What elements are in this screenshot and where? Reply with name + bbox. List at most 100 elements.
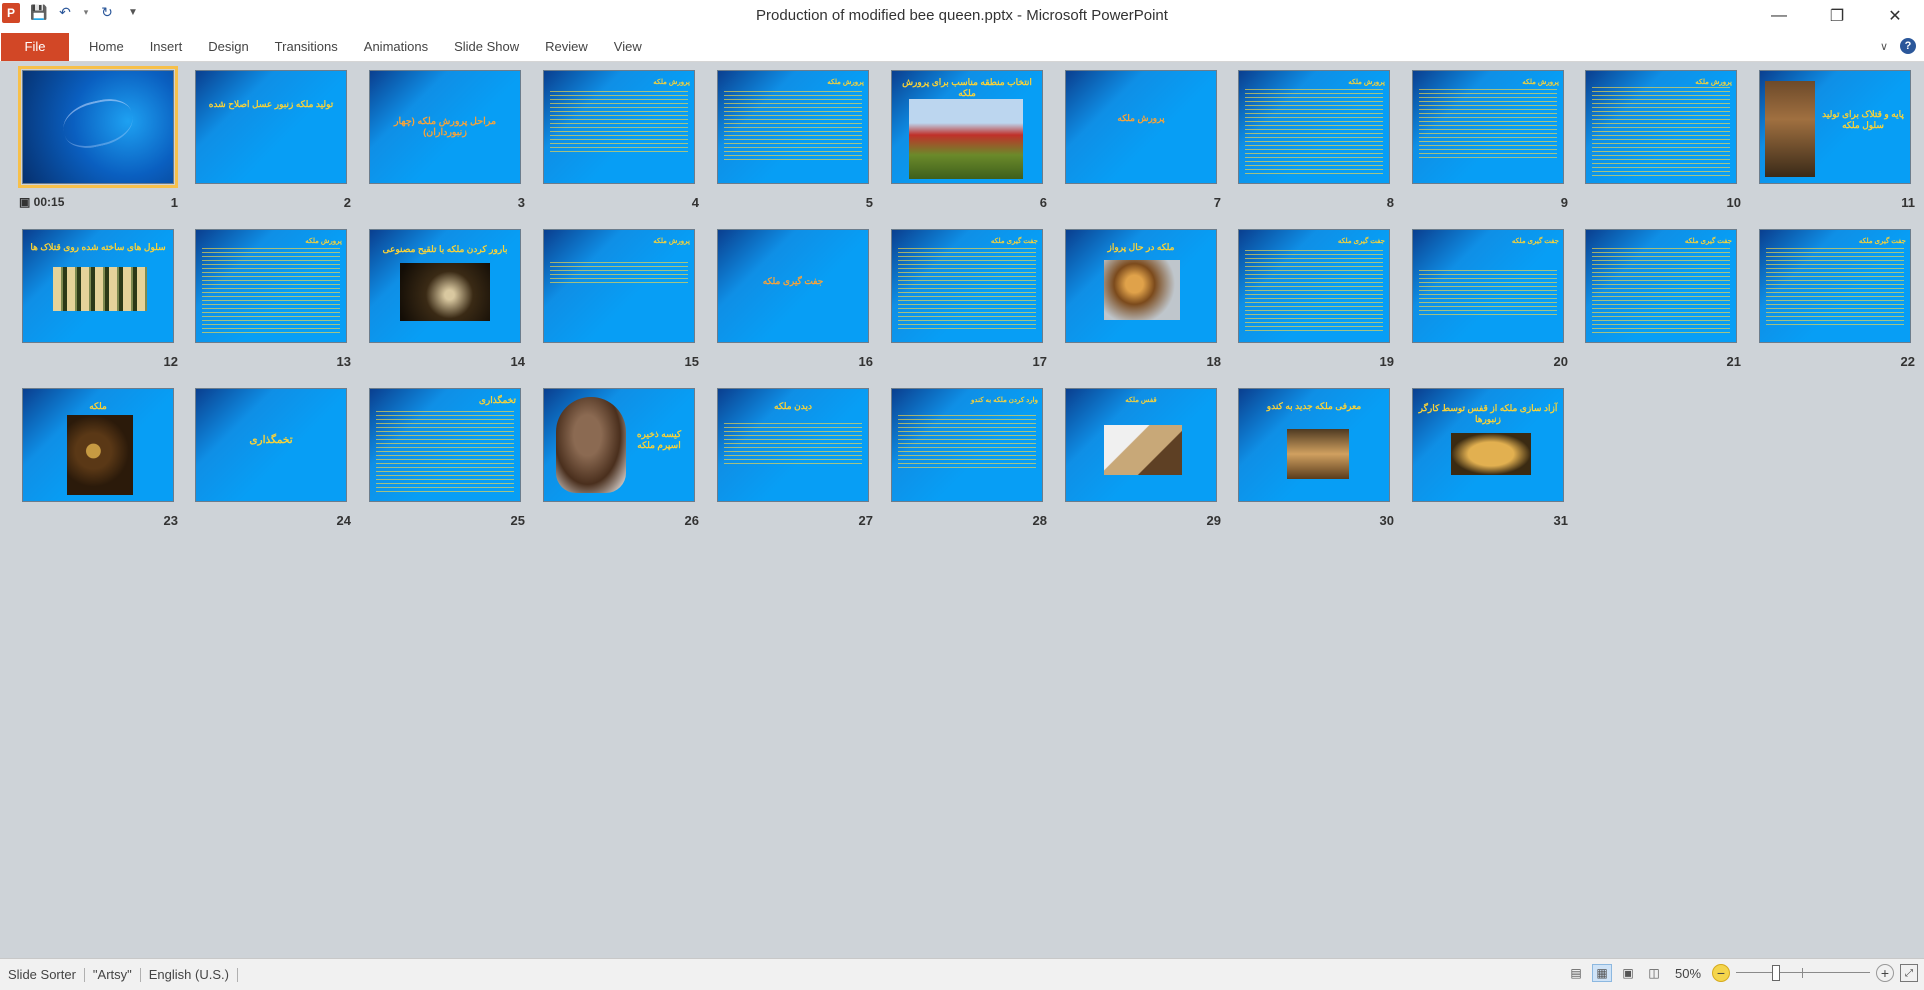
zoom-out-icon[interactable]: − <box>1712 964 1730 982</box>
slide-preview[interactable]: جفت گیری ملکه <box>1412 229 1564 343</box>
slide-thumbnail[interactable]: پرورش ملکه 13 <box>195 229 351 369</box>
slide-preview[interactable]: پرورش ملکه <box>717 70 869 184</box>
slide-preview[interactable]: پرورش ملکه <box>195 229 347 343</box>
slide-thumbnail[interactable]: جفت گیری ملکه 21 <box>1585 229 1741 369</box>
tab-home[interactable]: Home <box>76 32 137 62</box>
file-tab[interactable]: File <box>1 33 69 61</box>
slide-preview[interactable]: پرورش ملکه <box>1585 70 1737 184</box>
help-icon[interactable]: ? <box>1900 38 1916 54</box>
slide-thumbnail[interactable]: جفت گیری ملکه 20 <box>1412 229 1568 369</box>
slide-preview[interactable]: ملکه <box>22 388 174 502</box>
slide-thumbnail[interactable]: جفت گیری ملکه 17 <box>891 229 1047 369</box>
zoom-slider[interactable] <box>1736 964 1870 982</box>
poppy-field-image <box>909 99 1023 179</box>
tab-slide-show[interactable]: Slide Show <box>441 32 532 62</box>
zoom-slider-thumb[interactable] <box>1772 965 1780 981</box>
slide-preview[interactable]: پرورش ملکه <box>1065 70 1217 184</box>
slide-thumbnail[interactable]: سلول های ساخته شده روی قتلاک ها 12 <box>22 229 178 369</box>
slide-preview[interactable]: پایه و قتلاک برای تولید سلول ملکه <box>1759 70 1911 184</box>
slide-thumbnail[interactable]: آزاد سازی ملکه از قفس توسط کارگر زنبورها… <box>1412 388 1568 528</box>
window-controls: — ❐ ✕ <box>1750 0 1924 32</box>
slide-preview[interactable]: جفت گیری ملکه <box>891 229 1043 343</box>
ribbon-tabs: Home Insert Design Transitions Animation… <box>76 32 655 62</box>
reading-view-icon[interactable]: ▣ <box>1618 964 1638 982</box>
tab-view[interactable]: View <box>601 32 655 62</box>
slide-preview[interactable]: قفس ملکه <box>1065 388 1217 502</box>
slide-body-text <box>724 91 862 161</box>
slide-thumbnail[interactable]: وارد کردن ملکه به کندو 28 <box>891 388 1047 528</box>
slide-thumbnail[interactable]: پرورش ملکه 4 <box>543 70 699 210</box>
slide-thumbnail[interactable]: جفت گیری ملکه 16 <box>717 229 873 369</box>
slide-preview[interactable]: مراحل پرورش ملکه (چهار زنبورداران) <box>369 70 521 184</box>
slide-preview[interactable] <box>18 66 178 188</box>
slide-thumbnail[interactable]: جفت گیری ملکه 22 <box>1759 229 1915 369</box>
slide-thumbnail[interactable]: پرورش ملکه 7 <box>1065 70 1221 210</box>
slide-thumbnail[interactable]: پرورش ملکه 10 <box>1585 70 1741 210</box>
slide-preview[interactable]: سلول های ساخته شده روی قتلاک ها <box>22 229 174 343</box>
slide-preview[interactable]: دیدن ملکه <box>717 388 869 502</box>
theme-name[interactable]: "Artsy" <box>93 967 132 982</box>
slide-thumbnail[interactable]: مراحل پرورش ملکه (چهار زنبورداران) 3 <box>369 70 525 210</box>
slide-thumbnail[interactable]: کیسه ذخیره اسپرم ملکه 26 <box>543 388 699 528</box>
slide-body-text <box>202 248 340 336</box>
slide-thumbnail[interactable]: بارور کردن ملکه با تلقیح مصنوعی 14 <box>369 229 525 369</box>
slide-sorter-area[interactable]: ▣ 00:15 1 تولید ملکه زنبور عسل اصلاح شده… <box>0 63 1924 958</box>
slide-preview[interactable]: جفت گیری ملکه <box>1585 229 1737 343</box>
tab-insert[interactable]: Insert <box>137 32 196 62</box>
slide-thumbnail[interactable]: دیدن ملکه 27 <box>717 388 873 528</box>
slide-preview[interactable]: پرورش ملکه <box>543 70 695 184</box>
close-icon[interactable]: ✕ <box>1866 0 1924 32</box>
restore-icon[interactable]: ❐ <box>1808 0 1866 32</box>
slide-preview[interactable]: پرورش ملکه <box>543 229 695 343</box>
fit-to-window-icon[interactable]: ⤢ <box>1900 964 1918 982</box>
slide-sorter-view-icon[interactable]: ▦ <box>1592 964 1612 982</box>
slide-preview[interactable]: پرورش ملکه <box>1238 70 1390 184</box>
slide-preview[interactable]: تخمگذاری <box>195 388 347 502</box>
minimize-icon[interactable]: — <box>1750 0 1808 32</box>
slide-thumbnail[interactable]: ▣ 00:15 1 <box>18 66 178 210</box>
minimize-ribbon-icon[interactable]: ∨ <box>1880 40 1888 53</box>
slide-thumbnail[interactable]: پرورش ملکه 8 <box>1238 70 1394 210</box>
tab-review[interactable]: Review <box>532 32 601 62</box>
slide-thumbnail[interactable]: تولید ملکه زنبور عسل اصلاح شده 2 <box>195 70 351 210</box>
slide-preview[interactable]: پرورش ملکه <box>1412 70 1564 184</box>
language-indicator[interactable]: English (U.S.) <box>149 967 229 982</box>
slide-preview[interactable]: ملکه در حال پرواز <box>1065 229 1217 343</box>
slide-thumbnail[interactable]: تخمگذاری 24 <box>195 388 351 528</box>
slide-thumbnail[interactable]: جفت گیری ملکه 19 <box>1238 229 1394 369</box>
slide-preview[interactable]: جفت گیری ملکه <box>1238 229 1390 343</box>
tab-animations[interactable]: Animations <box>351 32 441 62</box>
slide-preview[interactable]: آزاد سازی ملکه از قفس توسط کارگر زنبورها <box>1412 388 1564 502</box>
slide-thumbnail[interactable]: قفس ملکه 29 <box>1065 388 1221 528</box>
slide-show-icon[interactable]: ◫ <box>1644 964 1664 982</box>
slide-preview[interactable]: وارد کردن ملکه به کندو <box>891 388 1043 502</box>
slide-title: تخمگذاری <box>478 395 516 405</box>
status-separator <box>139 967 141 982</box>
slide-thumbnail[interactable]: تخمگذاری 25 <box>369 388 525 528</box>
slide-preview[interactable]: تخمگذاری <box>369 388 521 502</box>
slide-thumbnail[interactable]: پرورش ملکه 9 <box>1412 70 1568 210</box>
slide-preview[interactable]: جفت گیری ملکه <box>1759 229 1911 343</box>
slide-preview[interactable]: بارور کردن ملکه با تلقیح مصنوعی <box>369 229 521 343</box>
slide-preview[interactable]: انتخاب منطقه مناسب برای پرورش ملکه <box>891 70 1043 184</box>
slide-thumbnail[interactable]: پرورش ملکه 15 <box>543 229 699 369</box>
zoom-in-icon[interactable]: + <box>1876 964 1894 982</box>
normal-view-icon[interactable]: ▤ <box>1566 964 1586 982</box>
slide-thumbnail[interactable]: انتخاب منطقه مناسب برای پرورش ملکه 6 <box>891 70 1047 210</box>
slide-preview[interactable]: کیسه ذخیره اسپرم ملکه <box>543 388 695 502</box>
slide-number: 13 <box>336 354 351 369</box>
slide-thumbnail[interactable]: پایه و قتلاک برای تولید سلول ملکه 11 <box>1759 70 1915 210</box>
tab-transitions[interactable]: Transitions <box>262 32 351 62</box>
slide-thumbnail[interactable]: ملکه 23 <box>22 388 178 528</box>
zoom-level[interactable]: 50% <box>1670 966 1706 981</box>
slide-number: 10 <box>1726 195 1741 210</box>
slide-number: 2 <box>343 195 351 210</box>
slide-number: 25 <box>510 513 525 528</box>
tab-design[interactable]: Design <box>195 32 261 62</box>
slide-thumbnail[interactable]: معرفی ملکه جدید به کندو 30 <box>1238 388 1394 528</box>
slide-thumbnail[interactable]: ملکه در حال پرواز 18 <box>1065 229 1221 369</box>
slide-preview[interactable]: تولید ملکه زنبور عسل اصلاح شده <box>195 70 347 184</box>
slide-preview[interactable]: جفت گیری ملکه <box>717 229 869 343</box>
slide-thumbnail[interactable]: پرورش ملکه 5 <box>717 70 873 210</box>
slide-preview[interactable]: معرفی ملکه جدید به کندو <box>1238 388 1390 502</box>
